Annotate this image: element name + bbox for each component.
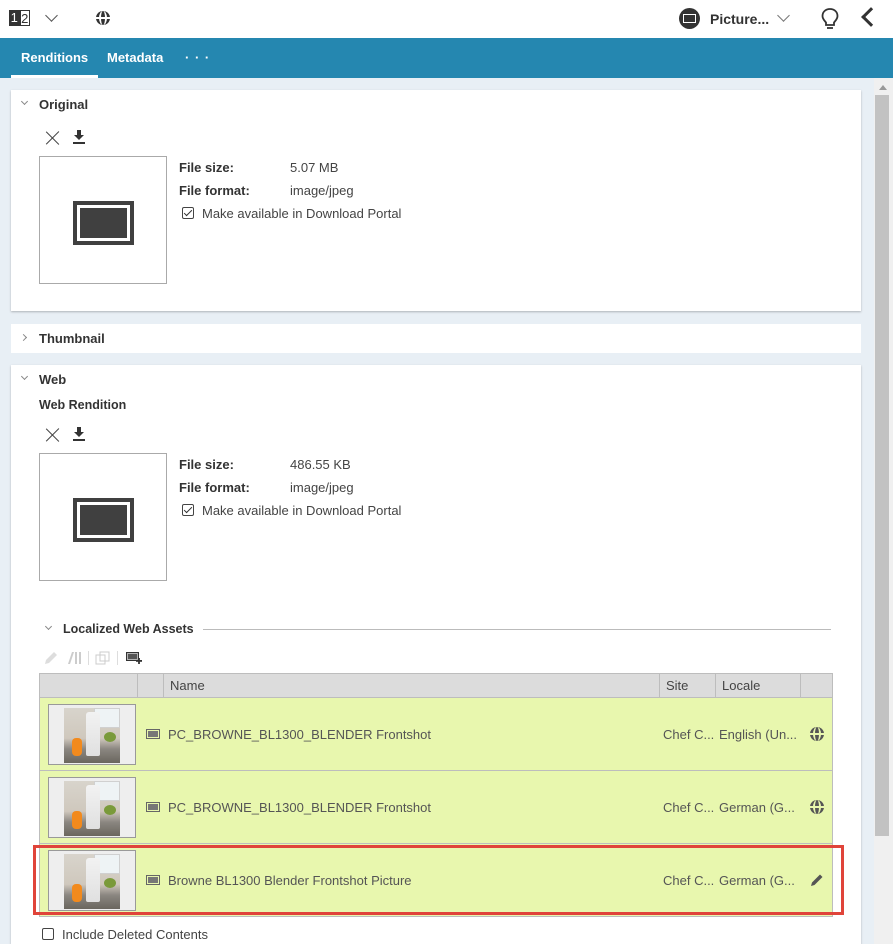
chevron-down-icon[interactable] xyxy=(44,622,53,631)
file-size-label: File size: xyxy=(179,160,234,175)
download-icon[interactable] xyxy=(72,427,86,441)
table-row[interactable]: PC_BROWNE_BL1300_BLENDER Frontshot Chef … xyxy=(39,698,833,771)
file-size-label: File size: xyxy=(179,457,234,472)
lightbulb-icon[interactable] xyxy=(820,7,840,31)
asset-thumbnail xyxy=(48,777,136,838)
rendition-preview[interactable] xyxy=(39,453,167,581)
picture-type-icon xyxy=(146,875,160,885)
toolbar-separator xyxy=(117,651,118,665)
chevron-down-icon[interactable] xyxy=(777,9,790,22)
file-size-value: 486.55 KB xyxy=(290,457,351,472)
section-title[interactable]: Original xyxy=(39,97,88,112)
scroll-up-arrow-icon[interactable] xyxy=(879,85,887,90)
asset-name[interactable]: Browne BL1300 Blender Frontshot Picture xyxy=(168,844,654,917)
table-row[interactable]: PC_BROWNE_BL1300_BLENDER Frontshot Chef … xyxy=(39,771,833,844)
edit-icon xyxy=(45,652,57,664)
asset-site: Chef C... xyxy=(663,727,715,742)
include-deleted-checkbox[interactable] xyxy=(42,928,54,940)
file-format-value: image/jpeg xyxy=(290,183,354,198)
asset-site: Chef C... xyxy=(663,800,715,815)
back-chevron-icon[interactable] xyxy=(861,7,881,27)
column-header-thumbnail[interactable] xyxy=(40,674,138,697)
page-layout-icon[interactable]: 1 2 xyxy=(9,10,30,26)
file-format-label: File format: xyxy=(179,183,250,198)
file-size-value: 5.07 MB xyxy=(290,160,339,175)
create-picture-icon[interactable] xyxy=(125,651,142,665)
chevron-down-icon[interactable] xyxy=(45,9,58,22)
scrollbar[interactable] xyxy=(874,78,893,944)
asset-locale: German (G... xyxy=(719,800,795,815)
download-icon[interactable] xyxy=(72,130,86,144)
include-deleted-label[interactable]: Include Deleted Contents xyxy=(62,927,208,942)
asset-name[interactable]: PC_BROWNE_BL1300_BLENDER Frontshot xyxy=(168,698,654,771)
tab-more[interactable]: · · · xyxy=(185,38,210,78)
download-portal-checkbox[interactable] xyxy=(182,504,194,516)
table-header: Name Site Locale xyxy=(39,673,833,698)
column-header-locale[interactable]: Locale xyxy=(716,674,801,697)
chevron-down-icon[interactable] xyxy=(20,372,29,381)
column-header-site[interactable]: Site xyxy=(660,674,716,697)
thumbnail-section: Thumbnail xyxy=(11,324,861,353)
section-divider xyxy=(203,629,831,630)
pencil-icon[interactable] xyxy=(810,873,824,887)
asset-name[interactable]: PC_BROWNE_BL1300_BLENDER Frontshot xyxy=(168,771,654,844)
chevron-down-icon[interactable] xyxy=(20,97,29,106)
picture-type-label[interactable]: Picture... xyxy=(710,11,769,27)
chevron-right-icon[interactable] xyxy=(19,333,28,342)
column-header-type[interactable] xyxy=(138,674,164,697)
rendition-preview[interactable] xyxy=(39,156,167,284)
asset-locale: English (Un... xyxy=(719,727,798,742)
compare-icon xyxy=(68,652,81,664)
delete-icon[interactable] xyxy=(46,428,60,442)
picture-type-icon xyxy=(146,729,160,739)
download-portal-checkbox[interactable] xyxy=(182,207,194,219)
copy-icon xyxy=(95,651,110,665)
picture-type-icon xyxy=(146,802,160,812)
download-portal-label[interactable]: Make available in Download Portal xyxy=(202,503,401,518)
column-header-name[interactable]: Name xyxy=(164,674,660,697)
column-header-actions xyxy=(801,674,833,697)
delete-icon[interactable] xyxy=(46,131,60,145)
localized-web-assets-title[interactable]: Localized Web Assets xyxy=(63,622,194,636)
scrollbar-thumb[interactable] xyxy=(875,95,889,836)
toolbar-separator xyxy=(88,651,89,665)
section-title[interactable]: Thumbnail xyxy=(39,331,105,346)
tab-metadata[interactable]: Metadata xyxy=(107,38,163,78)
picture-placeholder-icon xyxy=(73,498,134,542)
globe-icon[interactable] xyxy=(810,727,824,741)
table-row[interactable]: Browne BL1300 Blender Frontshot Picture … xyxy=(39,844,833,917)
tab-bar: Renditions Metadata · · · xyxy=(0,38,893,78)
picture-placeholder-icon xyxy=(73,201,134,245)
asset-thumbnail xyxy=(48,850,136,911)
top-toolbar: 1 2 Picture... xyxy=(0,0,893,38)
section-title[interactable]: Web xyxy=(39,372,66,387)
file-format-label: File format: xyxy=(179,480,250,495)
web-rendition-title: Web Rendition xyxy=(39,398,127,412)
globe-icon[interactable] xyxy=(96,11,110,25)
globe-icon[interactable] xyxy=(810,800,824,814)
asset-thumbnail xyxy=(48,704,136,765)
asset-locale: German (G... xyxy=(719,873,795,888)
picture-type-icon[interactable] xyxy=(679,8,700,29)
tab-renditions[interactable]: Renditions xyxy=(10,38,99,78)
download-portal-label[interactable]: Make available in Download Portal xyxy=(202,206,401,221)
original-section: Original File size: 5.07 MB File format:… xyxy=(11,90,861,311)
asset-site: Chef C... xyxy=(663,873,715,888)
file-format-value: image/jpeg xyxy=(290,480,354,495)
